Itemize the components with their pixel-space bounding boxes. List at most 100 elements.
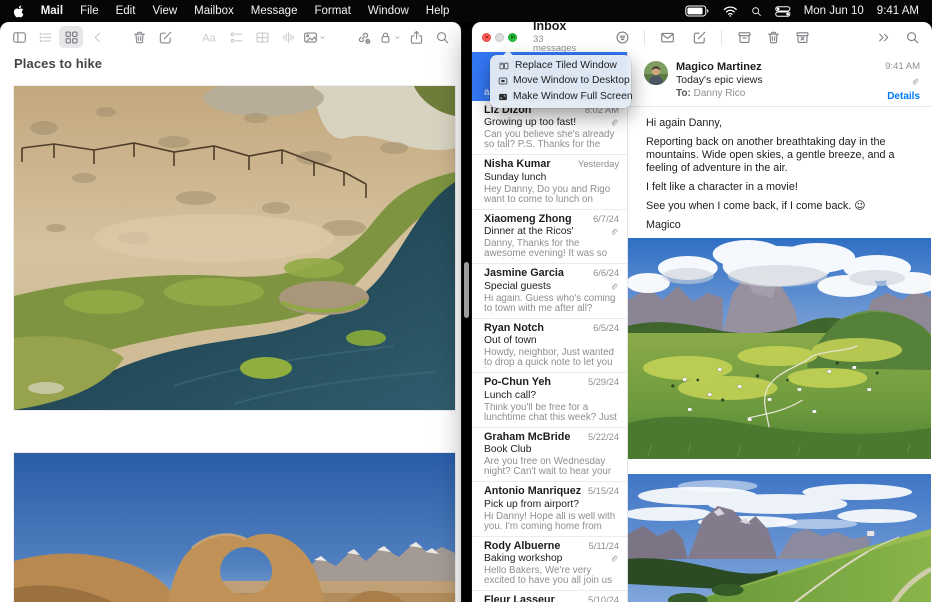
valley-photo-attachment[interactable] <box>628 238 932 459</box>
mail-main: another breathtaking day in the m... Liz… <box>472 52 932 602</box>
mail-list-item[interactable]: Po-Chun Yeh 5/29/24 Lunch call? Think yo… <box>472 373 627 428</box>
mailbox-title: Inbox <box>533 22 576 33</box>
svg-text:Aa: Aa <box>202 32 215 44</box>
message-date: 6/6/24 <box>593 268 619 280</box>
window-menu-item[interactable]: Replace Tiled Window <box>493 58 628 74</box>
control-center-icon[interactable] <box>775 6 791 17</box>
close-button[interactable] <box>482 33 491 42</box>
tile-divider-handle[interactable] <box>464 262 469 318</box>
wifi-icon[interactable] <box>723 6 738 17</box>
filter-icon[interactable] <box>610 26 634 48</box>
list-item-subject-row: Dinner at the Ricos' <box>484 226 619 237</box>
mail-list-item[interactable]: Graham McBride 5/22/24 Book Club Are you… <box>472 428 627 483</box>
toolbar-divider <box>644 30 645 45</box>
message-date: 5/10/24 <box>588 595 619 602</box>
overflow-icon[interactable] <box>871 26 895 48</box>
junk-icon[interactable] <box>790 26 814 48</box>
move-desktop-icon <box>498 76 508 86</box>
message-header: Magico Martinez Today's epic views To: D… <box>628 52 932 107</box>
mail-list-item[interactable]: Ryan Notch 6/5/24 Out of town Howdy, nei… <box>472 319 627 374</box>
message-subject: Pick up from airport? <box>484 499 579 510</box>
menu-bar-clock[interactable]: 9:41 AM <box>877 5 919 17</box>
to-label: To: <box>676 88 691 99</box>
trash-icon[interactable] <box>761 26 785 48</box>
sidebar-icon[interactable] <box>7 26 31 48</box>
arch-photo <box>14 453 455 602</box>
notes-toolbar: Aa <box>0 22 461 52</box>
share-icon[interactable] <box>404 26 428 48</box>
audio-icon <box>276 26 300 48</box>
spotlight-icon[interactable] <box>751 6 762 17</box>
menu-bar-menus: Mail File Edit View Mailbox Message Format Wind… <box>13 5 449 18</box>
archive-icon[interactable] <box>732 26 756 48</box>
mail-list-item[interactable]: Rody Albuerne 5/11/24 Baking workshop He… <box>472 537 627 592</box>
window-menu-item[interactable]: Make Window Full Screen <box>493 89 628 105</box>
collaborate-icon[interactable] <box>351 26 375 48</box>
ridge-photo-attachment[interactable] <box>628 474 932 602</box>
message-subject: Growing up too fast! <box>484 117 576 128</box>
menu-item[interactable]: Help <box>426 5 450 17</box>
menu-item[interactable]: Edit <box>116 5 136 17</box>
toolbar-divider <box>721 30 722 45</box>
window-menu-item[interactable]: Move Window to Desktop <box>493 74 628 90</box>
paperclip-icon <box>610 554 619 563</box>
trash-icon[interactable] <box>127 26 151 48</box>
list-item-subject-row: Sunday lunch <box>484 172 619 183</box>
mail-list-item[interactable]: Antonio Manriquez 5/15/24 Pick up from a… <box>472 482 627 537</box>
list-item-subject-row: Lunch call? <box>484 390 619 401</box>
message-preview: Hi Danny! Hope all is well with you. I'm… <box>484 512 619 532</box>
paperclip-icon <box>610 118 619 127</box>
search-icon[interactable] <box>430 26 454 48</box>
replace-tiled-icon <box>498 61 510 71</box>
mail-list-item[interactable]: Liz Dizon 8:02 AM Growing up too fast! C… <box>472 101 627 156</box>
menu-item[interactable]: Window <box>368 5 409 17</box>
sender-name: Fleur Lasseur <box>484 595 555 602</box>
message-header-text: Magico Martinez Today's epic views To: D… <box>676 61 763 106</box>
gallery-view-icon[interactable] <box>59 26 83 48</box>
message-subject: Special guests <box>484 281 551 292</box>
media-icon[interactable] <box>302 26 327 48</box>
compose-icon[interactable] <box>153 26 177 48</box>
message-preview: Howdy, neighbor, Just wanted to drop a q… <box>484 348 619 368</box>
details-link[interactable]: Details <box>887 90 920 103</box>
list-item-top-row: Fleur Lasseur 5/10/24 <box>484 595 619 602</box>
battery-icon[interactable] <box>685 5 710 17</box>
sender-name: Po-Chun Yeh <box>484 377 551 389</box>
hot-creek-photo <box>14 86 455 410</box>
mail-list-item[interactable]: Jasmine Garcia 6/6/24 Special guests Hi … <box>472 264 627 319</box>
message-preview: Danny, Thanks for the awesome evening! I… <box>484 239 619 259</box>
paperclip-icon <box>610 227 619 236</box>
minimize-button[interactable] <box>495 33 504 42</box>
apple-icon[interactable] <box>13 5 24 18</box>
search-icon[interactable] <box>900 26 924 48</box>
mail-list-item[interactable]: Fleur Lasseur 5/10/24 Soccer jerseys Are… <box>472 591 627 602</box>
list-item-top-row: Rody Albuerne 5/11/24 <box>484 541 619 553</box>
menu-item[interactable]: Mailbox <box>194 5 234 17</box>
menu-bar-date[interactable]: Mon Jun 10 <box>804 5 864 17</box>
menu-item[interactable]: Mail <box>41 5 63 17</box>
lock-icon[interactable] <box>377 26 402 48</box>
zoom-button[interactable] <box>508 33 517 42</box>
message-paragraph: See you when I come back, if I come back… <box>646 200 914 213</box>
message-subject: Sunday lunch <box>484 172 546 183</box>
envelope-icon[interactable] <box>655 26 679 48</box>
menu-item[interactable]: Message <box>251 5 298 17</box>
window-menu-item-label: Replace Tiled Window <box>515 60 617 73</box>
compose-icon[interactable] <box>687 26 711 48</box>
menu-item[interactable]: File <box>80 5 99 17</box>
sender-avatar[interactable] <box>644 61 668 85</box>
message-date: 5/11/24 <box>589 541 619 553</box>
menu-item[interactable]: View <box>152 5 177 17</box>
message-subject-line: Today's epic views <box>676 74 763 87</box>
list-item-top-row: Graham McBride 5/22/24 <box>484 432 619 444</box>
message-date: 5/29/24 <box>588 377 619 389</box>
sender-name: Xiaomeng Zhong <box>484 214 572 226</box>
message-date: Yesterday <box>578 159 619 171</box>
window-tiling-menu: Replace Tiled Window Move Window to Desk… <box>490 55 631 108</box>
menu-item[interactable]: Format <box>314 5 350 17</box>
mail-list-item[interactable]: Xiaomeng Zhong 6/7/24 Dinner at the Rico… <box>472 210 627 265</box>
menu-bar-status: Mon Jun 10 9:41 AM <box>685 5 919 17</box>
mail-list-item[interactable]: Nisha Kumar Yesterday Sunday lunch Hey D… <box>472 155 627 210</box>
menu-bar: Mail File Edit View Mailbox Message Format Wind… <box>0 0 932 22</box>
message-body: Hi again Danny,Reporting back on another… <box>628 107 932 232</box>
